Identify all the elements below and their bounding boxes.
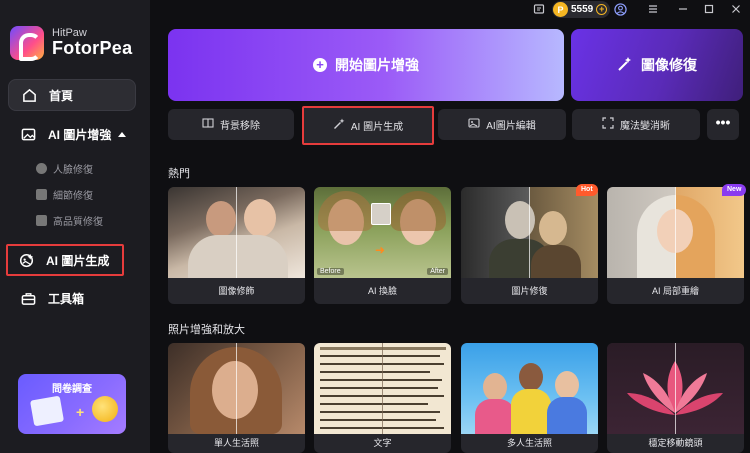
sidebar-item-toolbox[interactable]: 工具箱 <box>8 282 136 314</box>
background-remove-icon <box>202 117 214 132</box>
sidebar-item-label: 工具箱 <box>48 291 85 306</box>
card-thumbnail <box>168 187 305 278</box>
image-repair-button[interactable]: 圖像修復 <box>571 29 743 101</box>
sidebar-subitem-hq-repair[interactable]: 高品質修復 <box>36 213 103 228</box>
add-coins-icon[interactable]: + <box>596 4 608 15</box>
sidebar-subitem-label: 高品質修復 <box>53 217 103 228</box>
gift-icon[interactable] <box>532 3 546 17</box>
card-label: AI 局部重繪 <box>651 286 699 296</box>
tool-label: AI 圖片生成 <box>350 122 404 133</box>
tool-label: 魔法變消晰 <box>620 121 670 132</box>
sidebar-subitem-face-repair[interactable]: 人臉修復 <box>36 161 93 176</box>
card-image-retouch[interactable]: 圖像修飾 <box>168 187 305 304</box>
before-tag: Before <box>317 268 344 275</box>
new-badge: New <box>722 184 747 196</box>
tool-label: 背景移除 <box>220 121 260 132</box>
sidebar-item-label: AI 圖片生成 <box>46 253 110 268</box>
menu-icon[interactable] <box>646 3 660 17</box>
sidebar-item-ai-enhance[interactable]: AI 圖片增強 <box>8 118 136 150</box>
sidebar-item-ai-generate[interactable]: AI 圖片生成 <box>6 244 124 276</box>
sidebar-subitem-label: 人臉修復 <box>53 165 93 176</box>
card-label: 多人生活照 <box>506 438 552 448</box>
app-logo: HitPaw FotorPea <box>10 26 133 61</box>
card-photo-restore[interactable]: 圖片修復 <box>461 187 598 304</box>
card-thumbnail <box>461 187 598 278</box>
sidebar-item-label: AI 圖片增強 <box>48 127 112 142</box>
magic-wand-icon <box>617 56 633 75</box>
plus-icon: + <box>76 404 85 420</box>
face-icon <box>36 163 47 174</box>
card-label: 圖片修復 <box>511 286 548 296</box>
tool-background-remove[interactable]: 背景移除 <box>168 109 294 140</box>
coin-count: 5559 <box>571 4 594 15</box>
magic-wand-icon <box>333 118 345 133</box>
card-thumbnail <box>461 343 598 434</box>
coin-balance[interactable]: P 5559 + <box>552 1 611 18</box>
account-icon[interactable] <box>613 3 627 17</box>
title-bar: P 5559 + <box>150 0 750 22</box>
grid-icon <box>36 215 47 226</box>
card-stabilize-video[interactable]: 穩定移動鏡頭 <box>607 343 744 453</box>
card-thumbnail <box>607 187 744 278</box>
maximize-icon[interactable] <box>702 3 716 17</box>
close-icon[interactable] <box>729 3 743 17</box>
ai-generate-icon <box>18 252 34 268</box>
tool-magic-expand[interactable]: 魔法變消晰 <box>572 109 700 140</box>
sidebar-subitem-label: 細節修復 <box>53 191 93 202</box>
expand-icon <box>602 117 614 132</box>
toolbox-icon <box>20 290 36 306</box>
card-thumbnail: ➜ Before After <box>314 187 451 278</box>
card-ai-inpaint[interactable]: AI 局部重繪 <box>607 187 744 304</box>
card-label: 文字 <box>373 438 392 448</box>
minimize-icon[interactable] <box>676 3 690 17</box>
sidebar-item-label: 首頁 <box>49 88 74 103</box>
arrow-right-icon: ➜ <box>375 243 386 257</box>
card-text[interactable]: 文字 <box>314 343 451 453</box>
image-repair-label: 圖像修復 <box>641 57 697 73</box>
card-ai-face-swap[interactable]: ➜ Before After AI 換臉 <box>314 187 451 304</box>
card-label: 穩定移動鏡頭 <box>648 438 703 448</box>
logo-icon <box>10 26 44 61</box>
chevron-up-icon[interactable] <box>118 131 126 137</box>
sidebar: HitPaw FotorPea 首頁 AI 圖片增強 人臉修復 細節修復 高品質… <box>0 0 150 453</box>
image-edit-icon <box>468 117 480 132</box>
image-icon <box>36 189 47 200</box>
card-thumbnail <box>314 343 451 434</box>
tool-label: AI圖片編輯 <box>486 121 536 132</box>
start-enhance-button[interactable]: + 開始圖片增強 <box>168 29 564 101</box>
coin-icon: P <box>553 2 568 17</box>
more-tools-button[interactable]: ••• <box>707 109 739 140</box>
brand-main: FotorPea <box>52 38 133 59</box>
tool-ai-generate[interactable]: AI 圖片生成 <box>302 106 434 145</box>
tool-ai-edit[interactable]: AI圖片編輯 <box>438 109 566 140</box>
card-group-photo[interactable]: 多人生活照 <box>461 343 598 453</box>
after-tag: After <box>427 268 448 275</box>
card-label: AI 換臉 <box>367 286 397 296</box>
home-icon <box>21 87 37 103</box>
start-enhance-label: 開始圖片增強 <box>335 57 419 73</box>
section-title-enhance: 照片增強和放大 <box>168 324 245 336</box>
sidebar-subitem-detail-repair[interactable]: 細節修復 <box>36 187 93 202</box>
survey-promo-banner[interactable]: 問卷調查 + <box>18 374 126 434</box>
section-title-hot: 熱門 <box>168 168 190 180</box>
coin-icon <box>92 396 118 422</box>
card-single-portrait[interactable]: 單人生活照 <box>168 343 305 453</box>
sidebar-item-home[interactable]: 首頁 <box>8 79 136 111</box>
card-thumbnail <box>607 343 744 434</box>
promo-title: 問卷調查 <box>52 384 92 395</box>
card-label: 單人生活照 <box>213 438 259 448</box>
hot-badge: Hot <box>576 184 598 196</box>
image-enhance-icon <box>20 126 36 142</box>
card-thumbnail <box>168 343 305 434</box>
plus-icon: + <box>313 58 327 72</box>
card-label: 圖像修飾 <box>218 286 255 296</box>
survey-card-icon <box>29 395 65 427</box>
